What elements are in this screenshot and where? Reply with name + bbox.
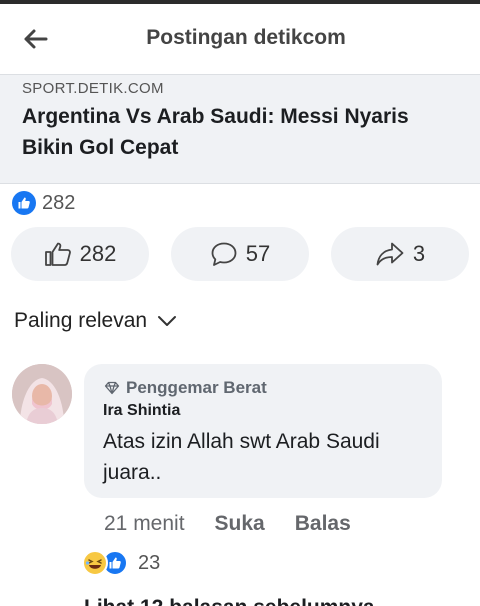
comment-sort-dropdown[interactable]: Paling relevan bbox=[14, 309, 177, 333]
share-button[interactable]: 3 bbox=[331, 227, 469, 281]
laugh-emoji-icon bbox=[82, 550, 108, 576]
comment-bubble[interactable]: Penggemar Berat Ira Shintia Atas izin Al… bbox=[84, 364, 442, 498]
like-icon bbox=[12, 191, 36, 215]
comment-like-button[interactable]: Suka bbox=[215, 512, 265, 536]
comment-reactions[interactable]: 23 bbox=[82, 550, 160, 576]
thumbs-up-icon bbox=[44, 242, 71, 266]
diamond-icon bbox=[104, 381, 120, 395]
comment-text: Atas izin Allah swt Arab Saudi juara.. bbox=[103, 430, 380, 484]
page-title: Postingan detikcom bbox=[146, 26, 346, 49]
header: Postingan detikcom bbox=[0, 4, 480, 74]
avatar-image bbox=[12, 364, 72, 424]
sort-label: Paling relevan bbox=[14, 309, 148, 332]
comment-button[interactable]: 57 bbox=[171, 227, 309, 281]
link-title[interactable]: Argentina Vs Arab Saudi: Messi Nyaris Bi… bbox=[22, 101, 462, 163]
share-arrow-icon bbox=[376, 242, 404, 266]
like-button[interactable]: 282 bbox=[11, 227, 149, 281]
comment-bubble-icon bbox=[211, 242, 237, 266]
share-count: 3 bbox=[412, 241, 426, 266]
like-count: 282 bbox=[79, 241, 117, 266]
reaction-summary[interactable]: 282 bbox=[12, 191, 75, 215]
comment-reply-button[interactable]: Balas bbox=[295, 512, 351, 536]
reaction-count: 282 bbox=[42, 191, 76, 214]
comment-author[interactable]: Ira Shintia bbox=[103, 402, 180, 420]
view-previous-replies-link[interactable]: Lihat 12 balasan sebelumnya bbox=[84, 596, 375, 606]
chevron-down-icon bbox=[158, 316, 177, 326]
link-preview-card[interactable]: SPORT.DETIK.COM Argentina Vs Arab Saudi:… bbox=[0, 74, 480, 184]
comment-reaction-count: 23 bbox=[138, 551, 161, 574]
top-fan-badge: Penggemar Berat bbox=[104, 378, 267, 398]
comment-meta: 21 menit Suka Balas bbox=[104, 512, 351, 536]
badge-label: Penggemar Berat bbox=[126, 378, 267, 397]
comment-count: 57 bbox=[245, 241, 271, 266]
link-domain: SPORT.DETIK.COM bbox=[22, 80, 164, 97]
comment-timestamp: 21 menit bbox=[104, 512, 185, 535]
avatar[interactable] bbox=[12, 364, 72, 424]
